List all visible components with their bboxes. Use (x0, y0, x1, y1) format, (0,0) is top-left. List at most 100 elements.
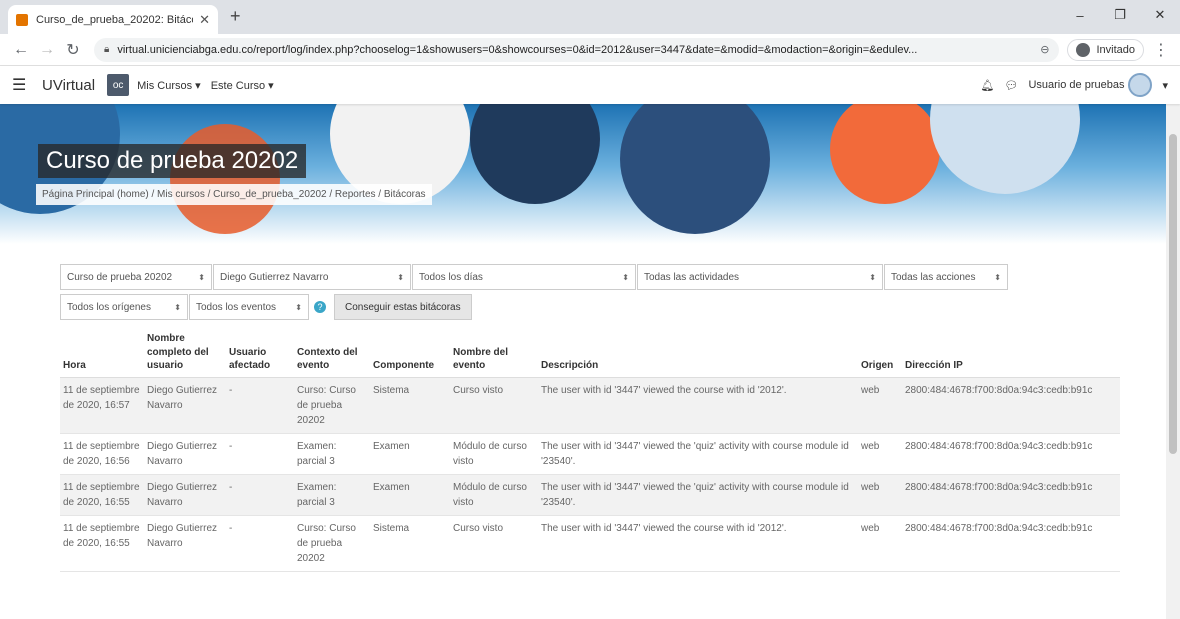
user-select[interactable]: Diego Gutierrez Navarro ⬍ (213, 264, 411, 290)
col-descripcion[interactable]: Descripción (538, 330, 858, 378)
cell-nombre[interactable]: Diego Gutierrez Navarro (144, 474, 226, 516)
breadcrumb[interactable]: Página Principal (home) / Mis cursos / C… (36, 184, 432, 205)
cell-hora[interactable]: 11 de septiembre de 2020, 16:56 (60, 433, 144, 475)
hamburger-menu-icon[interactable]: ☰ (12, 75, 42, 95)
user-menu-chevron-icon[interactable]: ▾ (1162, 79, 1168, 92)
cell-ip: 2800:484:4678:f700:8d0a:94c3:cedb:b91c (902, 377, 1120, 434)
actions-select[interactable]: Todas las acciones ⬍ (884, 264, 1008, 290)
cell-evento: Curso visto (450, 515, 538, 572)
close-tab-icon[interactable]: ✕ (199, 12, 210, 28)
cell-descripcion: The user with id '3447' viewed the 'quiz… (538, 474, 858, 516)
cell-nombre[interactable]: Diego Gutierrez Navarro (144, 377, 226, 434)
col-ip[interactable]: Dirección IP (902, 330, 1120, 378)
cell-hora[interactable]: 11 de septiembre de 2020, 16:55 (60, 474, 144, 516)
col-origen[interactable]: Origen (858, 330, 902, 378)
banner-gear-decoration (170, 124, 280, 234)
banner-gear-decoration (930, 104, 1080, 194)
activities-select[interactable]: Todas las actividades ⬍ (637, 264, 883, 290)
restore-icon[interactable]: ❐ (1100, 0, 1140, 30)
select-arrow-icon: ⬍ (174, 302, 181, 312)
moodle-favicon-icon (16, 13, 28, 26)
days-select[interactable]: Todos los días ⬍ (412, 264, 636, 290)
page-scrollbar[interactable] (1166, 104, 1180, 619)
log-table: Hora Nombre completo del usuario Usuario… (60, 330, 1120, 572)
cell-ip: 2800:484:4678:f700:8d0a:94c3:cedb:b91c (902, 433, 1120, 475)
user-avatar[interactable] (1128, 73, 1153, 97)
cell-evento: Curso visto (450, 377, 538, 434)
select-arrow-icon: ⬍ (198, 272, 205, 282)
cell-contexto[interactable]: Examen: parcial 3 (294, 433, 370, 475)
banner-gear-decoration (830, 104, 940, 204)
cell-contexto[interactable]: Curso: Curso de prueba 20202 (294, 377, 370, 434)
origins-select[interactable]: Todos los orígenes ⬍ (60, 294, 188, 320)
browser-tabbar: Curso_de_prueba_20202: Bitácor ✕ + – ❐ ✕ (0, 0, 1180, 34)
table-row: 11 de septiembre de 2020, 16:55 Diego Gut… (60, 474, 1120, 516)
banner-gear-decoration (620, 104, 770, 234)
col-contexto[interactable]: Contexto del evento (294, 330, 370, 378)
back-icon[interactable]: ← (8, 41, 34, 59)
guest-profile-button[interactable]: Invitado (1067, 38, 1144, 61)
col-afectado[interactable]: Usuario afectado (226, 330, 294, 378)
close-window-icon[interactable]: ✕ (1140, 0, 1180, 30)
forward-icon[interactable]: → (34, 41, 60, 59)
cell-evento: Módulo de curso visto (450, 474, 538, 516)
browser-tab[interactable]: Curso_de_prueba_20202: Bitácor ✕ (8, 5, 218, 34)
get-logs-button[interactable]: Conseguir estas bitácoras (334, 294, 472, 320)
courses-icon[interactable]: oc (107, 74, 130, 96)
col-evento[interactable]: Nombre del evento (450, 330, 538, 378)
col-nombre[interactable]: Nombre completo del usuario (144, 330, 226, 378)
browser-toolbar: ← → ↻ 🔒︎ virtual.unicienciabga.edu.co/re… (0, 34, 1180, 66)
address-bar[interactable]: 🔒︎ virtual.unicienciabga.edu.co/report/l… (94, 37, 1060, 62)
cell-nombre[interactable]: Diego Gutierrez Navarro (144, 433, 226, 475)
scrollbar-thumb[interactable] (1169, 134, 1177, 454)
course-select[interactable]: Curso de prueba 20202 ⬍ (60, 264, 212, 290)
cell-afectado: - (226, 433, 294, 475)
cell-contexto[interactable]: Curso: Curso de prueba 20202 (294, 515, 370, 572)
cell-hora[interactable]: 11 de septiembre de 2020, 16:57 (60, 377, 144, 434)
reload-icon[interactable]: ↻ (60, 40, 86, 60)
select-arrow-icon: ⬍ (397, 272, 404, 282)
help-icon[interactable]: ? (314, 301, 326, 313)
table-row: 11 de septiembre de 2020, 16:56 Diego Gut… (60, 433, 1120, 475)
cell-componente: Examen (370, 474, 450, 516)
mis-cursos-menu[interactable]: Mis Cursos ▾ (137, 79, 201, 92)
lock-icon: 🔒︎ (104, 44, 110, 55)
user-name[interactable]: Usuario de pruebas (1028, 79, 1124, 91)
course-banner: Curso de prueba 20202 Página Principal (… (0, 104, 1180, 244)
site-brand[interactable]: UVirtual (42, 77, 95, 94)
cell-ip: 2800:484:4678:f700:8d0a:94c3:cedb:b91c (902, 474, 1120, 516)
browser-menu-icon[interactable]: ⋮ (1150, 40, 1172, 60)
cell-hora[interactable]: 11 de septiembre de 2020, 16:55 (60, 515, 144, 572)
cell-ip: 2800:484:4678:f700:8d0a:94c3:cedb:b91c (902, 515, 1120, 572)
select-arrow-icon: ⬍ (869, 272, 876, 282)
site-navbar: ☰ UVirtual oc Mis Cursos ▾ Este Curso ▾ … (0, 66, 1180, 104)
cell-descripcion: The user with id '3447' viewed the cours… (538, 377, 858, 434)
cell-descripcion: The user with id '3447' viewed the 'quiz… (538, 433, 858, 475)
url-text: virtual.unicienciabga.edu.co/report/log/… (117, 43, 918, 56)
new-tab-icon[interactable]: + (230, 6, 241, 27)
page-title: Curso de prueba 20202 (38, 144, 307, 178)
banner-gear-decoration (470, 104, 600, 204)
cell-componente: Examen (370, 433, 450, 475)
col-componente[interactable]: Componente (370, 330, 450, 378)
select-arrow-icon: ⬍ (994, 272, 1001, 282)
bell-icon[interactable]: 🔔︎ (981, 79, 995, 92)
table-row: 11 de septiembre de 2020, 16:57 Diego Gut… (60, 377, 1120, 434)
col-hora[interactable]: Hora (60, 330, 144, 378)
minimize-icon[interactable]: – (1060, 0, 1100, 30)
cell-nombre[interactable]: Diego Gutierrez Navarro (144, 515, 226, 572)
message-icon[interactable]: 💬︎ (1004, 79, 1018, 92)
events-select[interactable]: Todos los eventos ⬍ (189, 294, 309, 320)
guest-label: Invitado (1096, 43, 1135, 56)
cell-contexto[interactable]: Examen: parcial 3 (294, 474, 370, 516)
select-arrow-icon: ⬍ (295, 302, 302, 312)
cell-componente: Sistema (370, 515, 450, 572)
cell-origen: web (858, 515, 902, 572)
select-arrow-icon: ⬍ (622, 272, 629, 282)
este-curso-menu[interactable]: Este Curso ▾ (211, 79, 274, 92)
cell-origen: web (858, 377, 902, 434)
cell-descripcion: The user with id '3447' viewed the cours… (538, 515, 858, 572)
zoom-icon[interactable]: ⊖ (1040, 43, 1049, 56)
cell-componente: Sistema (370, 377, 450, 434)
log-filters: Curso de prueba 20202 ⬍ Diego Gutierrez N… (60, 264, 1009, 320)
